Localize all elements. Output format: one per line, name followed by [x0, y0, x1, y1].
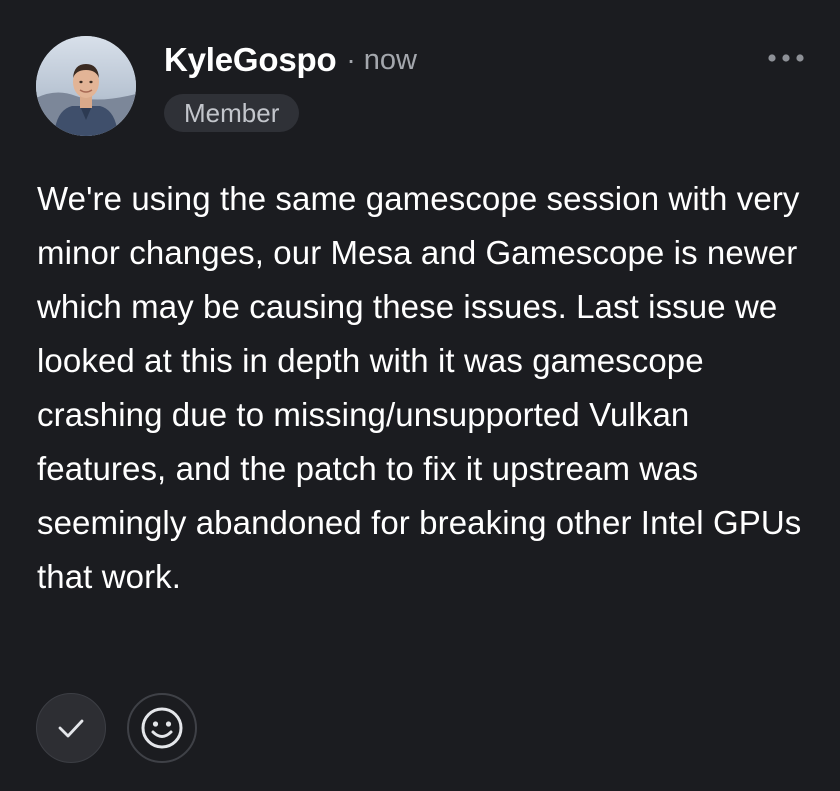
- avatar-photo: [36, 36, 136, 136]
- checkmark-icon: [58, 719, 84, 738]
- post-card: KyleGospo · now Member We're using the s…: [0, 0, 840, 791]
- more-horizontal-icon: [768, 54, 804, 62]
- post-body: We're using the same gamescope session w…: [37, 180, 802, 595]
- smiley-face-icon: [141, 707, 183, 749]
- meta-separator: ·: [346, 44, 356, 75]
- add-reaction-button[interactable]: [127, 693, 197, 763]
- post-timestamp[interactable]: now: [364, 44, 417, 77]
- more-options-button[interactable]: [758, 40, 814, 76]
- author-line: KyleGospo · now: [164, 38, 417, 82]
- author-avatar[interactable]: [36, 36, 136, 136]
- author-name[interactable]: KyleGospo: [164, 41, 337, 79]
- role-badge: Member: [164, 94, 300, 132]
- mark-solution-button[interactable]: [36, 693, 106, 763]
